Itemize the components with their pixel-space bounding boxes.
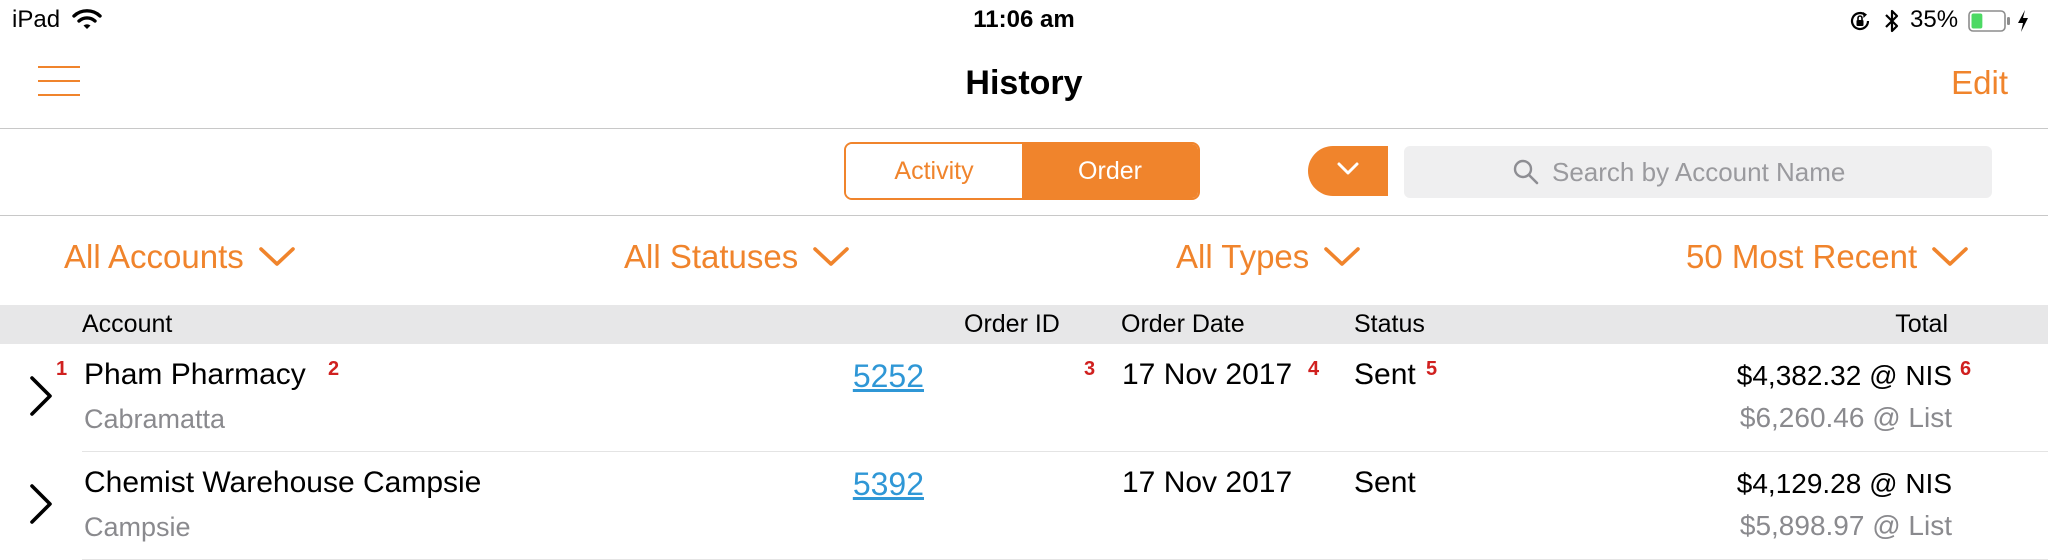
account-name: Chemist Warehouse Campsie	[84, 466, 482, 499]
chevron-down-icon	[258, 247, 295, 266]
filter-accounts[interactable]: All Accounts	[64, 238, 296, 276]
filter-types-label: All Types	[1176, 238, 1310, 275]
search-input[interactable]	[1550, 155, 1992, 189]
annotation-marker: 1	[56, 358, 68, 380]
annotation-marker: 3	[1084, 358, 1096, 380]
account-name: Pham Pharmacy	[84, 358, 306, 391]
filter-accounts-label: All Accounts	[64, 238, 244, 275]
chevron-down-icon	[1324, 247, 1361, 266]
segment-order[interactable]: Order	[1022, 144, 1198, 198]
account-suburb: Cabramatta	[84, 404, 226, 434]
search-bar	[1404, 146, 1992, 198]
column-header-account: Account	[82, 310, 173, 338]
account-suburb: Campsie	[84, 512, 191, 542]
annotation-marker: 4	[1308, 358, 1320, 380]
total-list: $5,898.97 @ List	[1739, 510, 1952, 541]
chevron-right-icon[interactable]	[28, 482, 54, 531]
activity-order-segmented-control: Activity Order	[844, 142, 1200, 200]
chevron-down-icon	[1932, 247, 1968, 266]
toolbar: Activity Order	[0, 128, 2048, 216]
filter-statuses-label: All Statuses	[624, 238, 799, 275]
order-date: 17 Nov 2017	[1122, 358, 1293, 391]
status-bar: iPad 11:06 am 35%	[0, 0, 2048, 42]
order-date: 17 Nov 2017	[1122, 466, 1293, 499]
table-row[interactable]: Chemist Warehouse Campsie Campsie 5392 1…	[0, 452, 2048, 560]
charging-bolt-icon	[2016, 9, 2030, 38]
battery-icon	[1968, 10, 2012, 37]
column-header-order-id: Order ID	[964, 310, 1060, 338]
total-nis: $4,129.28 @ NIS	[1736, 468, 1952, 499]
edit-button[interactable]: Edit	[1951, 64, 2008, 102]
filter-dropdown-button[interactable]	[1308, 146, 1388, 196]
table-header: Account Order ID Order Date Status Total	[0, 305, 2048, 344]
total-nis: $4,382.32 @ NIS	[1736, 360, 1952, 391]
column-header-order-date: Order Date	[1121, 310, 1245, 338]
clock: 11:06 am	[973, 6, 1075, 33]
total-list: $6,260.46 @ List	[1739, 402, 1952, 433]
annotation-marker: 2	[328, 358, 340, 380]
annotation-marker: 5	[1426, 358, 1438, 380]
navigation-bar: History Edit	[0, 42, 2048, 129]
filter-statuses[interactable]: All Statuses	[624, 238, 850, 276]
order-status: Sent	[1354, 466, 1416, 499]
table-row[interactable]: 1 Pham Pharmacy 2 Cabramatta 5252 3 17 N…	[0, 344, 2048, 452]
filter-most-recent[interactable]: 50 Most Recent	[1686, 238, 1969, 276]
bluetooth-icon	[1884, 8, 1900, 39]
column-header-status: Status	[1354, 310, 1425, 338]
segment-activity[interactable]: Activity	[846, 144, 1022, 198]
battery-percent: 35%	[1910, 6, 1959, 33]
filter-most-recent-label: 50 Most Recent	[1686, 238, 1918, 275]
chevron-right-icon[interactable]	[28, 374, 54, 423]
rotation-lock-icon	[1848, 9, 1872, 38]
page-title: History	[965, 64, 1083, 102]
order-id-link[interactable]: 5392	[853, 466, 924, 503]
search-icon	[1512, 158, 1540, 186]
order-id-link[interactable]: 5252	[853, 358, 924, 395]
annotation-marker: 6	[1960, 358, 1972, 380]
chevron-down-icon	[813, 247, 850, 266]
filter-types[interactable]: All Types	[1176, 238, 1361, 276]
chevron-down-icon	[1336, 161, 1360, 182]
order-status: Sent	[1354, 358, 1416, 391]
column-header-total: Total	[1895, 310, 1948, 338]
